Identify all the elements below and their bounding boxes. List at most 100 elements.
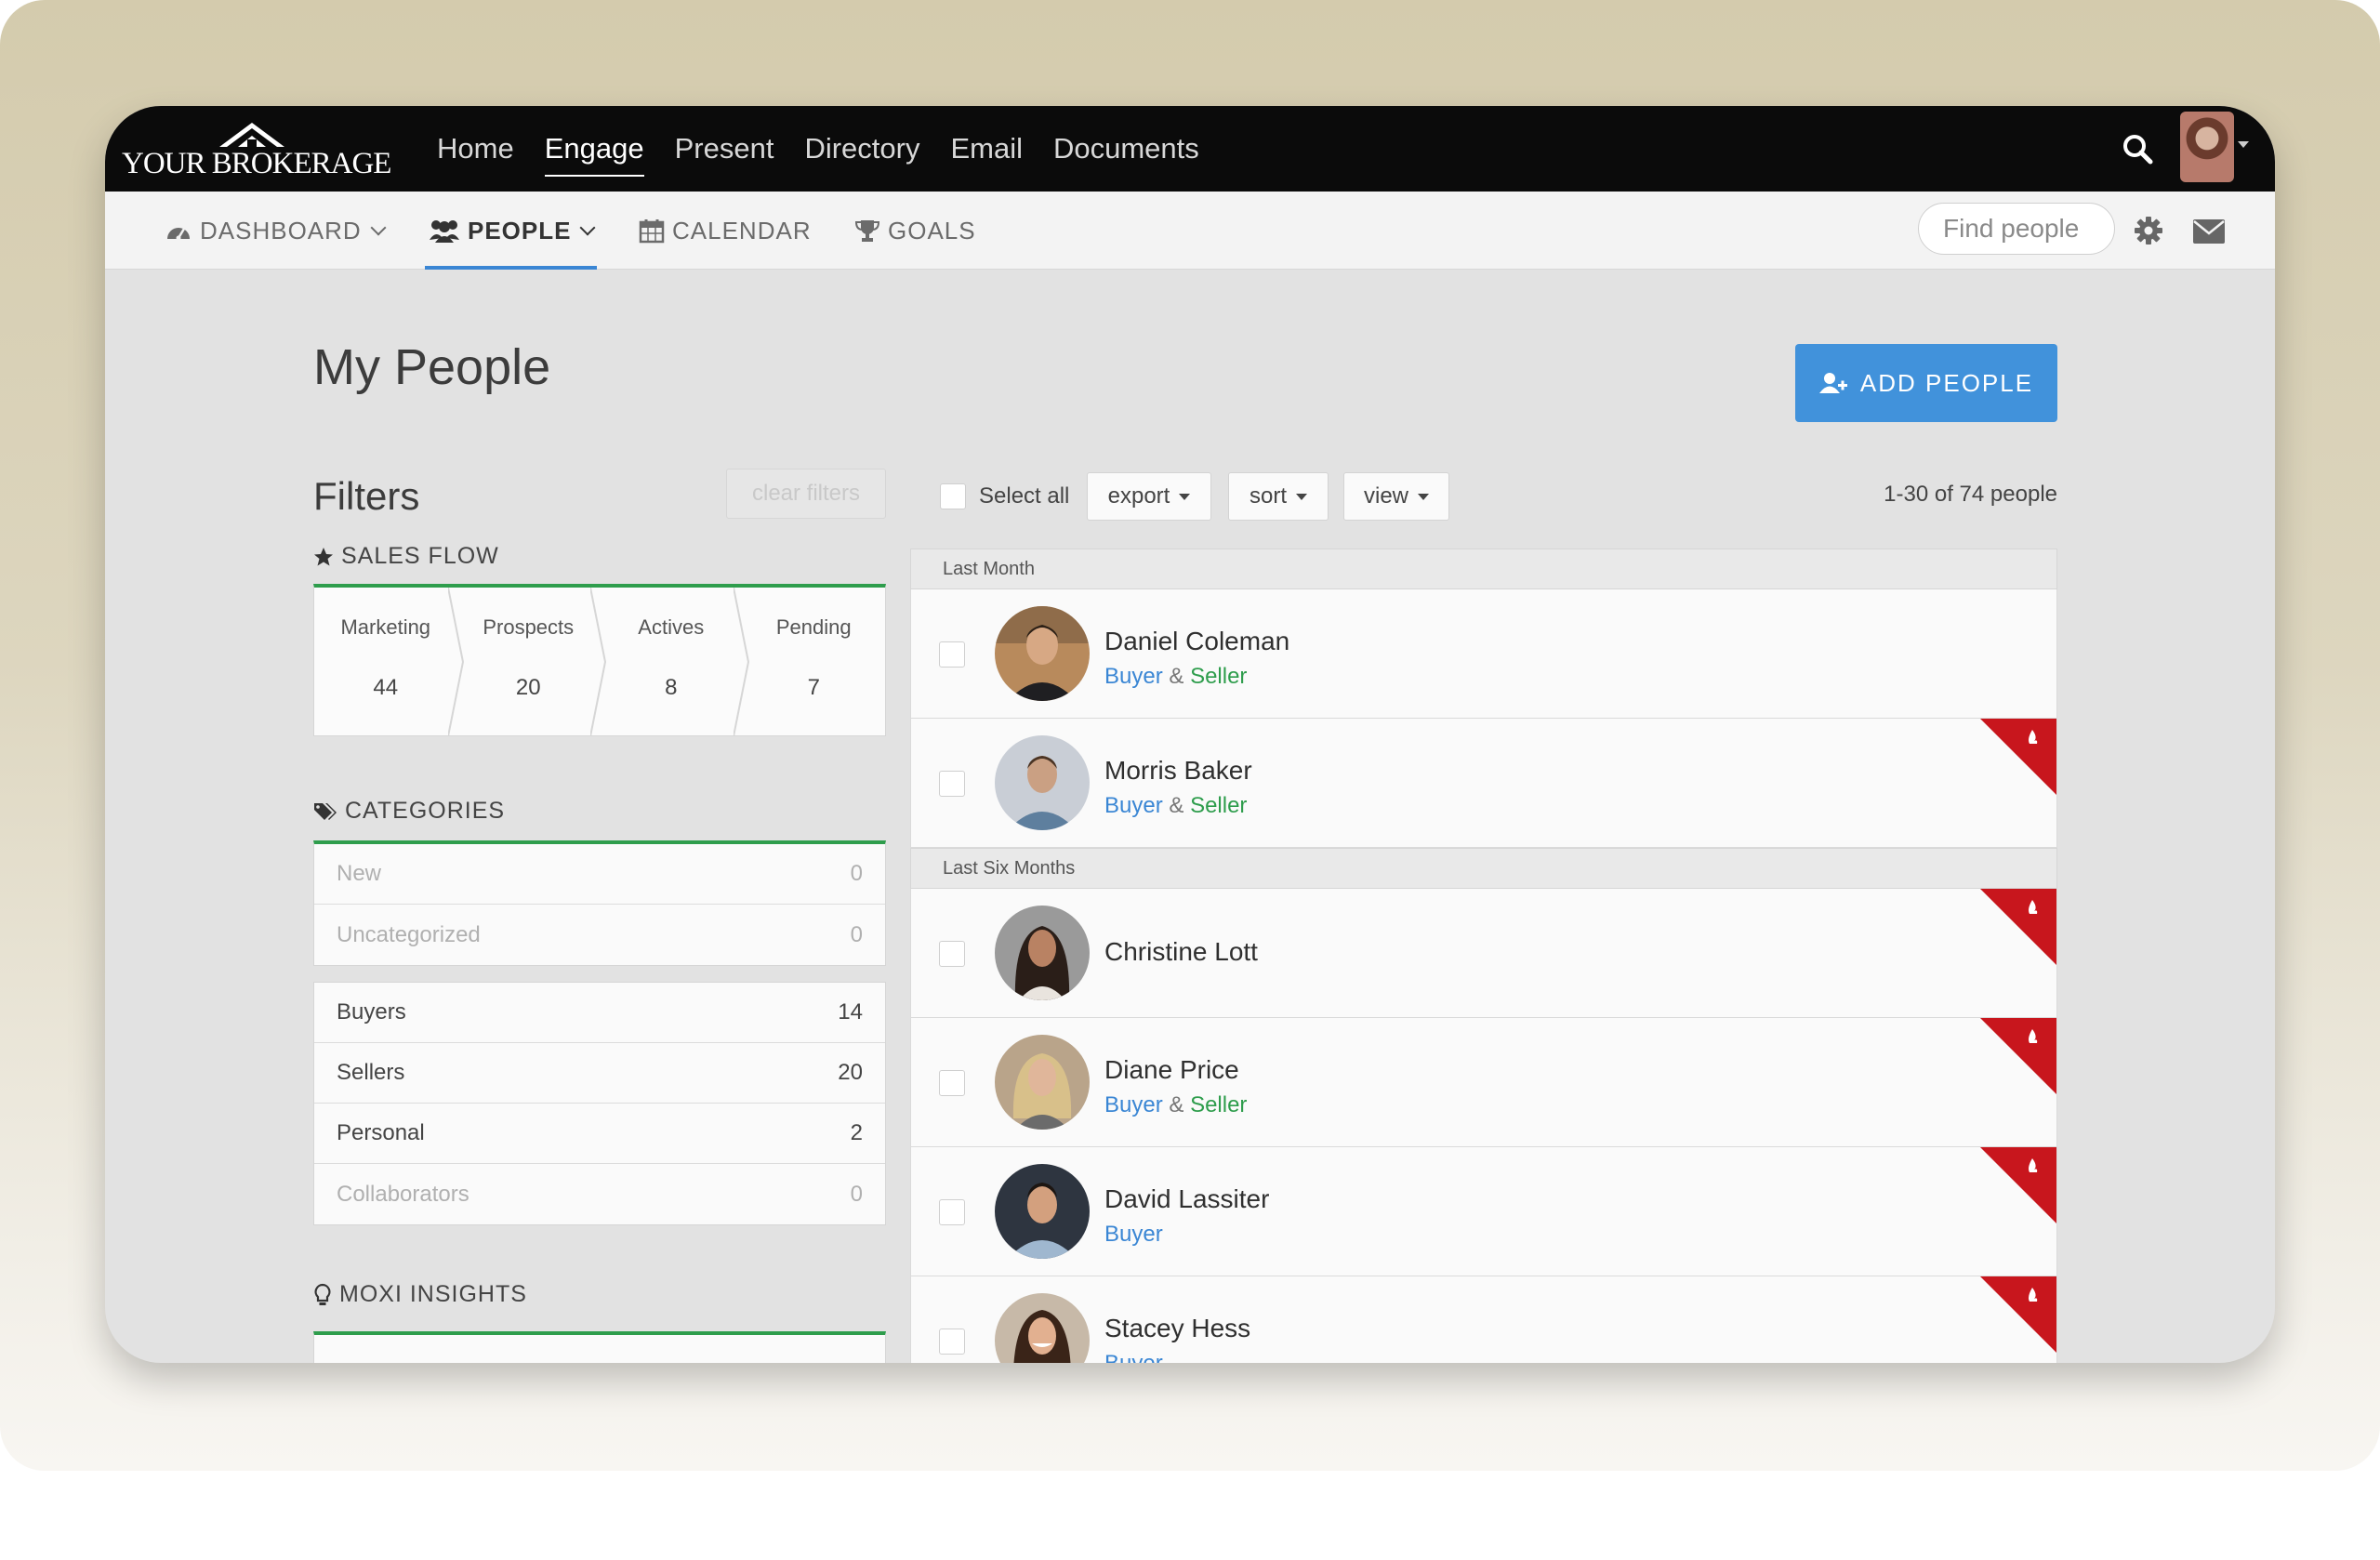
tag-separator: & [1169,664,1184,689]
clear-filters-button[interactable]: clear filters [726,469,886,519]
sales-flow-heading: SALES FLOW [313,543,499,570]
hot-flame-flag-icon[interactable] [1980,1147,2056,1223]
select-all-checkbox[interactable] [940,483,966,509]
background-frame: YOUR BROKERAGE Home Engage Present Direc… [0,0,2380,1471]
chevron-down-icon [579,219,596,236]
sort-label: sort [1249,483,1287,509]
row-checkbox[interactable] [939,941,965,967]
nav-documents[interactable]: Documents [1053,106,1199,192]
find-people-input[interactable] [1918,203,2115,255]
stage-prospects[interactable]: Prospects 20 [457,588,607,736]
contact-photo[interactable] [995,1035,1090,1130]
contact-type: Buyer [1104,1222,1163,1248]
nav-email[interactable]: Email [950,106,1023,192]
categories-system-list: New 0 Uncategorized 0 [313,840,886,966]
list-item[interactable]: Daniel Coleman Buyer & Seller [910,589,2057,719]
sales-flow-label: SALES FLOW [341,543,499,569]
category-count: 20 [838,1060,863,1085]
seller-tag: Seller [1190,793,1248,818]
contact-name[interactable]: Diane Price [1104,1055,1239,1085]
category-collaborators[interactable]: Collaborators 0 [314,1164,885,1224]
hot-flame-flag-icon[interactable] [1980,719,2056,795]
stage-label: Actives [638,615,705,639]
contact-name[interactable]: Daniel Coleman [1104,627,1289,656]
search-icon[interactable] [2121,132,2154,165]
stage-count: 44 [373,675,399,700]
category-personal[interactable]: Personal 2 [314,1104,885,1164]
nav-present[interactable]: Present [675,106,774,192]
contact-photo[interactable] [995,606,1090,701]
group-header: Last Month [910,549,2057,589]
contact-type: Buyer [1104,1351,1163,1363]
view-dropdown[interactable]: view [1343,472,1449,521]
tab-people-label: PEOPLE [468,216,572,245]
contact-name[interactable]: Stacey Hess [1104,1314,1250,1343]
trophy-icon [854,220,880,242]
tab-calendar[interactable]: CALENDAR [639,192,812,270]
contact-name[interactable]: Morris Baker [1104,756,1252,786]
people-count: 1-30 of 74 people [1884,482,2057,507]
category-new[interactable]: New 0 [314,844,885,905]
tab-dashboard[interactable]: DASHBOARD [165,192,387,270]
row-checkbox[interactable] [939,1070,965,1096]
brokerage-logo[interactable]: YOUR BROKERAGE [122,119,391,180]
buyer-tag: Buyer [1104,1351,1163,1363]
category-sellers[interactable]: Sellers 20 [314,1043,885,1104]
envelope-icon[interactable] [2193,219,2225,244]
stage-marketing[interactable]: Marketing 44 [314,588,464,736]
add-user-icon [1818,373,1847,393]
top-navbar: YOUR BROKERAGE Home Engage Present Direc… [105,106,2275,192]
export-dropdown[interactable]: export [1087,472,1211,521]
moxi-insights-heading: MOXI INSIGHTS [313,1281,527,1308]
avatar-dropdown-caret-icon[interactable] [2238,141,2249,148]
row-checkbox[interactable] [939,1199,965,1225]
row-checkbox[interactable] [939,771,965,797]
category-buyers[interactable]: Buyers 14 [314,983,885,1043]
category-uncategorized[interactable]: Uncategorized 0 [314,905,885,965]
category-label: Sellers [337,1060,405,1085]
main-nav: Home Engage Present Directory Email Docu… [437,106,1199,192]
stage-label: Pending [775,615,852,639]
list-item[interactable]: Stacey Hess Buyer [910,1276,2057,1363]
people-list: Last Month Daniel Coleman Buyer & Seller [910,549,2057,1363]
list-item[interactable]: Christine Lott [910,889,2057,1018]
hot-flame-flag-icon[interactable] [1980,889,2056,965]
row-checkbox[interactable] [939,1329,965,1355]
gear-icon[interactable] [2132,214,2165,247]
user-avatar[interactable] [2180,112,2234,182]
add-people-button[interactable]: ADD PEOPLE [1795,344,2057,422]
contact-name[interactable]: Christine Lott [1104,937,1258,967]
list-item[interactable]: Morris Baker Buyer & Seller [910,719,2057,848]
select-all-label: Select all [979,483,1070,509]
contact-photo[interactable] [995,1293,1090,1363]
tab-dashboard-label: DASHBOARD [200,216,362,245]
tab-goals[interactable]: GOALS [854,192,976,270]
contact-type: Buyer & Seller [1104,793,1247,819]
buyer-tag: Buyer [1104,1092,1163,1117]
stage-pending[interactable]: Pending 7 [743,588,886,735]
contact-photo[interactable] [995,1164,1090,1259]
hot-flame-flag-icon[interactable] [1980,1276,2056,1353]
tag-separator: & [1169,1092,1184,1117]
select-all[interactable]: Select all [940,483,1069,509]
dashboard-gauge-icon [167,228,190,241]
category-label: Collaborators [337,1181,469,1207]
moxi-insights-label: MOXI INSIGHTS [339,1281,527,1307]
hot-flame-flag-icon[interactable] [1980,1018,2056,1094]
list-item[interactable]: Diane Price Buyer & Seller [910,1018,2057,1147]
stage-divider [733,588,749,736]
contact-photo[interactable] [995,906,1090,1000]
tab-goals-label: GOALS [888,216,976,245]
nav-engage[interactable]: Engage [544,106,644,192]
moxi-insights-panel [313,1331,886,1363]
secondary-navbar: DASHBOARD PEOPLE CALENDAR GOALS Find peo… [105,192,2275,270]
row-checkbox[interactable] [939,641,965,668]
nav-home[interactable]: Home [437,106,514,192]
stage-actives[interactable]: Actives 8 [600,588,749,736]
list-item[interactable]: David Lassiter Buyer [910,1147,2057,1276]
sort-dropdown[interactable]: sort [1228,472,1329,521]
contact-photo[interactable] [995,735,1090,830]
nav-directory[interactable]: Directory [804,106,919,192]
tab-people[interactable]: PEOPLE [424,192,598,270]
contact-name[interactable]: David Lassiter [1104,1184,1269,1214]
